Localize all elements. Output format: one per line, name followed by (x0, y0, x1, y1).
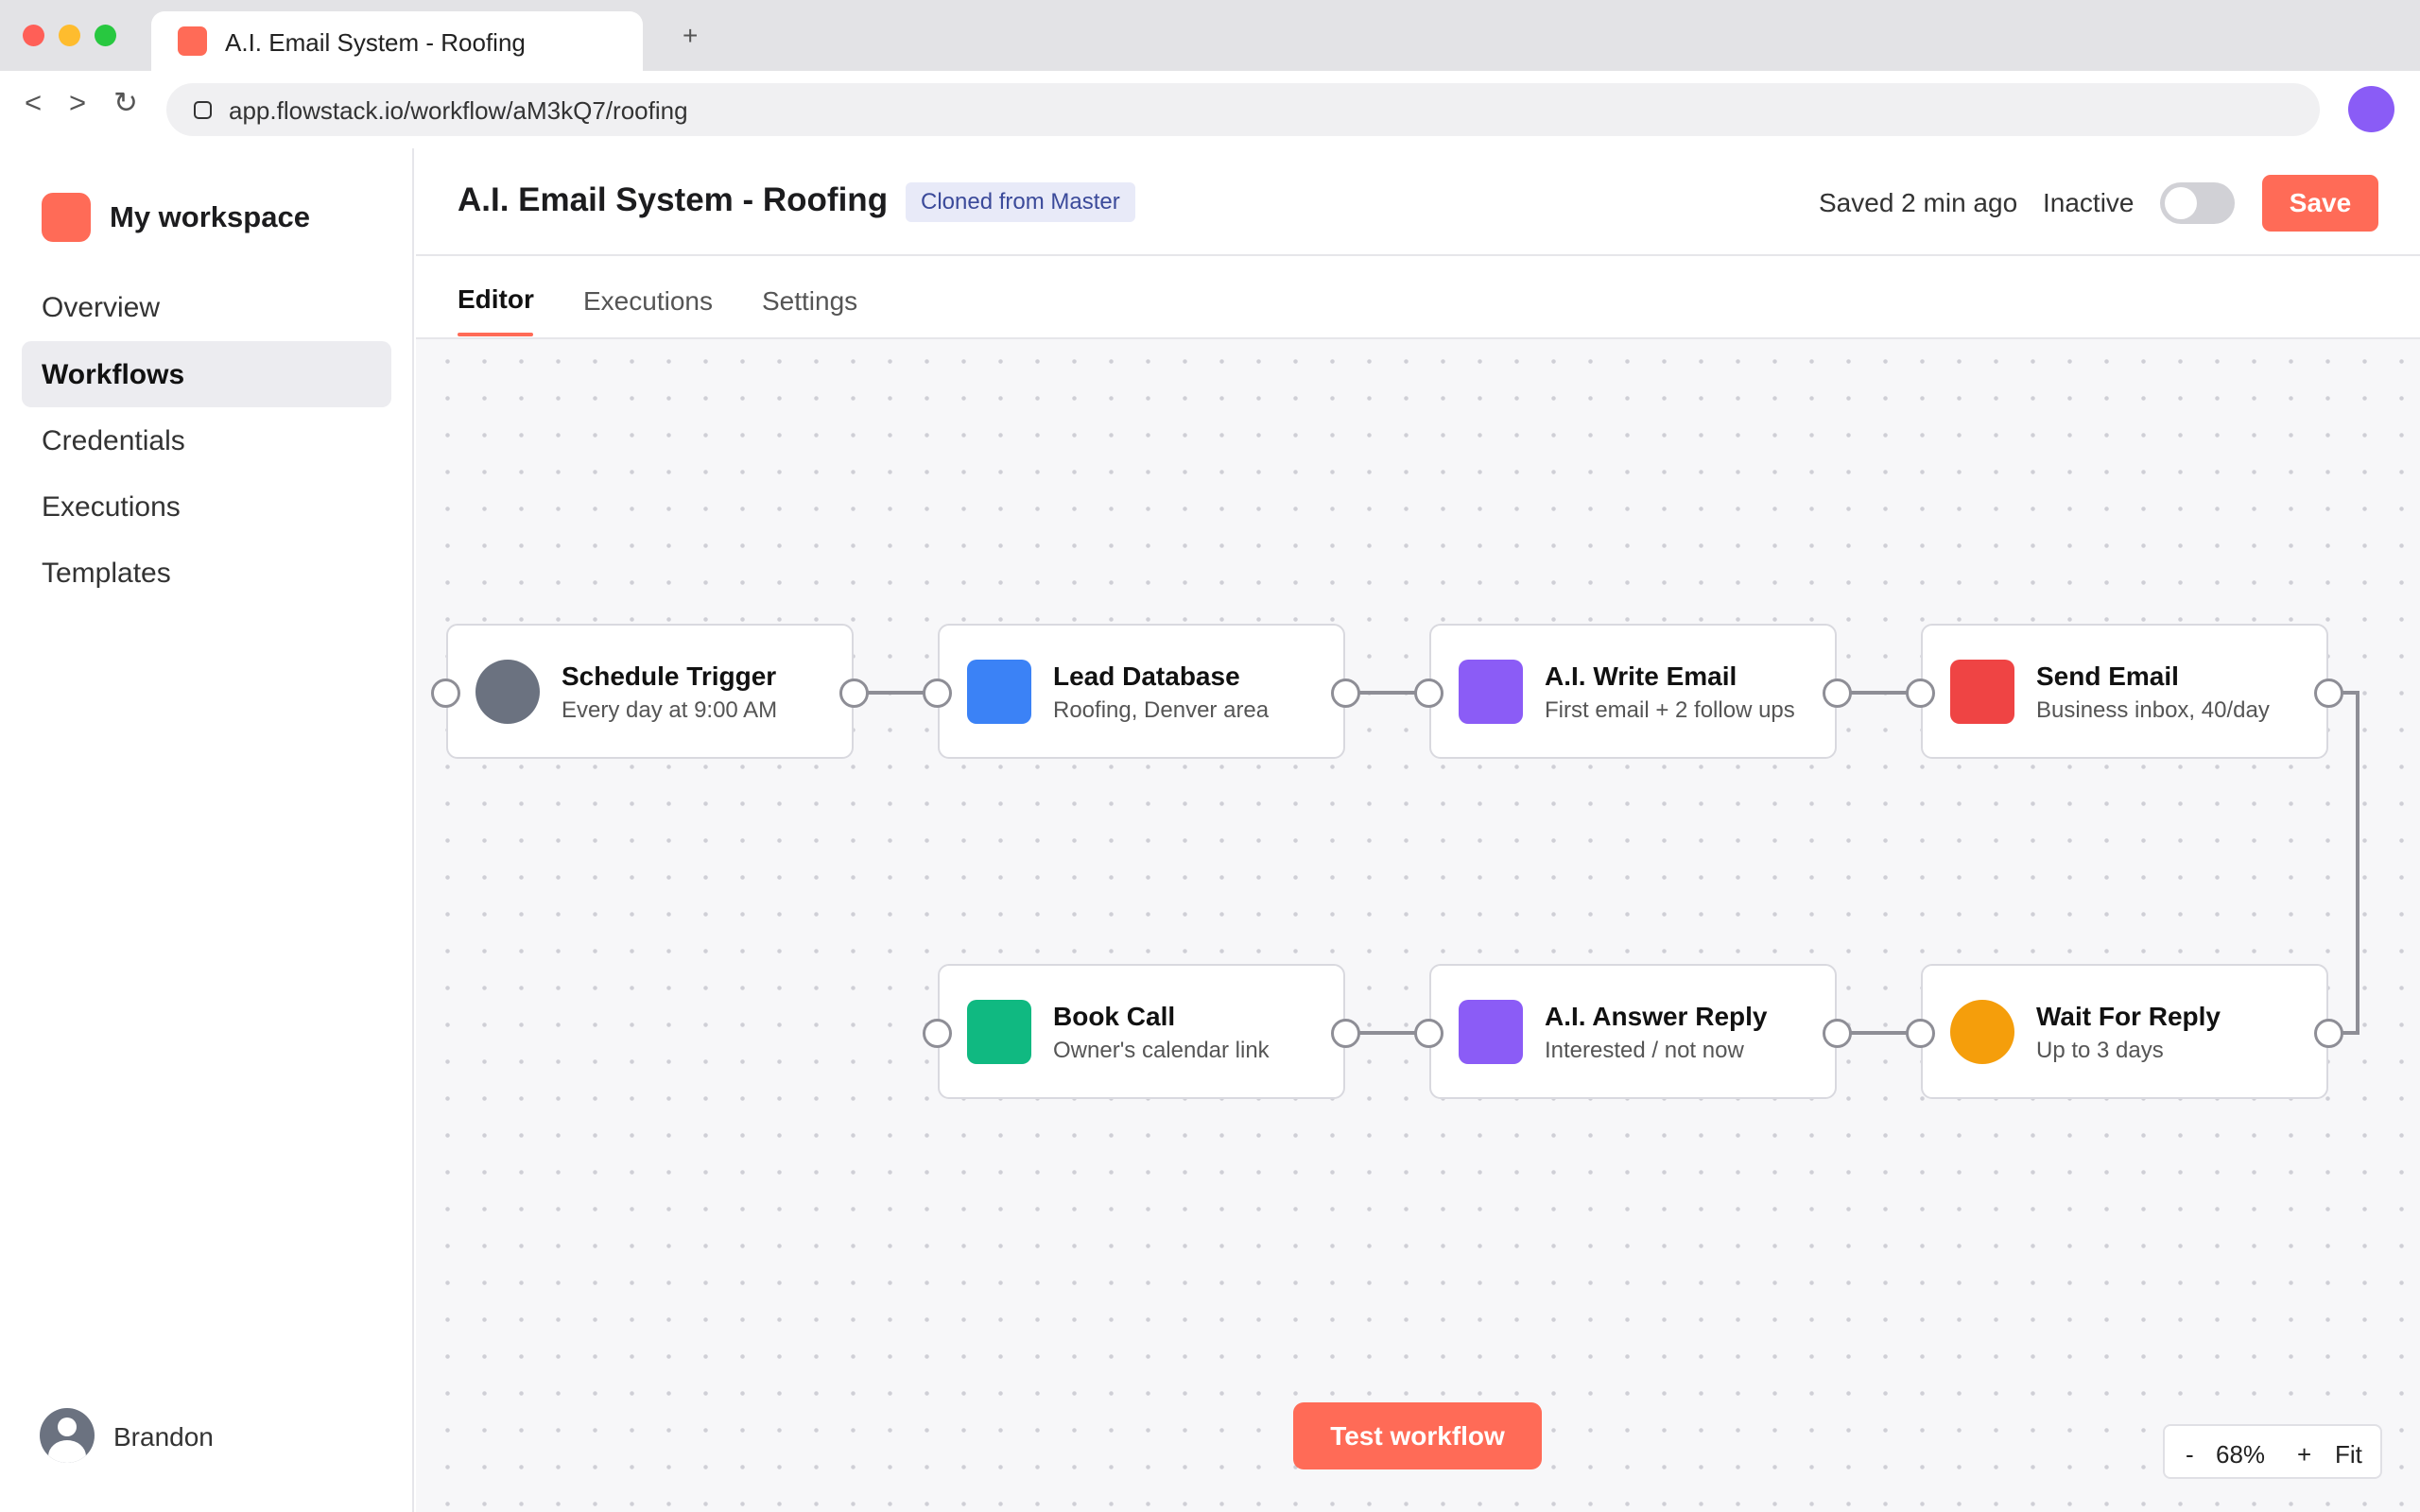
active-toggle[interactable] (2160, 182, 2235, 224)
output-port[interactable] (839, 679, 869, 708)
zoom-level: 68% (2216, 1440, 2266, 1469)
input-port[interactable] (1414, 679, 1443, 708)
zoom-out-button[interactable]: - (2186, 1440, 2194, 1469)
sidebar-item-label: Credentials (42, 425, 185, 456)
node-subtitle: Up to 3 days (2036, 1038, 2164, 1063)
input-port[interactable] (1414, 1019, 1443, 1048)
ai-icon (1459, 660, 1523, 724)
node-book-call[interactable]: Book Call Owner's calendar link (923, 964, 1360, 1099)
input-port[interactable] (1906, 1019, 1935, 1048)
profile-avatar[interactable] (2348, 86, 2394, 132)
browser-tab-bar: A.I. Email System - Roofing + (0, 0, 2420, 71)
node-title: Schedule Trigger (562, 662, 777, 691)
url-field[interactable]: app.flowstack.io/workflow/aM3kQ7/roofing (166, 83, 2320, 136)
save-button[interactable]: Save (2262, 175, 2378, 232)
address-bar: < > ↻ app.flowstack.io/workflow/aM3kQ7/r… (0, 71, 2420, 148)
sidebar-item-label: Executions (42, 491, 181, 523)
ai-icon (1459, 1000, 1523, 1064)
node-title: A.I. Write Email (1545, 662, 1737, 691)
output-port[interactable] (2314, 1019, 2343, 1048)
node-title: Wait For Reply (2036, 1002, 2221, 1031)
url-text: app.flowstack.io/workflow/aM3kQ7/roofing (229, 96, 688, 125)
node-subtitle: First email + 2 follow ups (1545, 697, 1795, 723)
sidebar-item-overview[interactable]: Overview (22, 274, 391, 340)
calendar-icon (967, 1000, 1031, 1064)
active-tab-indicator (458, 333, 533, 336)
workflow-header: A.I. Email System - Roofing Cloned from … (416, 148, 2420, 256)
test-workflow-button[interactable]: Test workflow (1293, 1402, 1542, 1469)
node-subtitle: Business inbox, 40/day (2036, 697, 2270, 723)
node-subtitle: Roofing, Denver area (1053, 697, 1270, 723)
browser-tab-title: A.I. Email System - Roofing (225, 28, 526, 57)
input-port[interactable] (923, 1019, 952, 1048)
output-port[interactable] (1331, 679, 1360, 708)
zoom-controls: - 68% + Fit (2163, 1424, 2382, 1479)
maximize-window-button[interactable] (95, 25, 116, 46)
sidebar-item-label: Templates (42, 558, 171, 589)
node-lead-database[interactable]: Lead Database Roofing, Denver area (923, 624, 1360, 759)
sidebar-item-label: Workflows (42, 359, 185, 390)
sidebar-item-templates[interactable]: Templates (22, 540, 391, 606)
page-title[interactable]: A.I. Email System - Roofing (458, 181, 888, 219)
node-subtitle: Owner's calendar link (1053, 1038, 1270, 1063)
node-wait-for-reply[interactable]: Wait For Reply Up to 3 days (1906, 964, 2343, 1099)
zoom-fit-button[interactable]: Fit (2335, 1440, 2362, 1469)
zoom-in-button[interactable]: + (2297, 1440, 2311, 1469)
new-tab-button[interactable]: + (683, 23, 698, 49)
workspace-logo (42, 193, 91, 242)
workspace-name[interactable]: My workspace (110, 200, 310, 234)
output-port[interactable] (2314, 679, 2343, 708)
node-subtitle: Every day at 9:00 AM (562, 697, 778, 723)
node-title: Send Email (2036, 662, 2179, 691)
active-status-label: Inactive (2043, 188, 2135, 217)
toggle-knob (2165, 187, 2197, 219)
sidebar-item-executions[interactable]: Executions (22, 473, 391, 540)
sidebar-item-label: Overview (42, 292, 161, 323)
node-subtitle: Interested / not now (1545, 1038, 1744, 1063)
database-icon (967, 660, 1031, 724)
node-ai-write-email[interactable]: A.I. Write Email First email + 2 follow … (1414, 624, 1852, 759)
favicon-icon (178, 26, 207, 56)
close-window-button[interactable] (23, 25, 44, 46)
clock-icon (475, 660, 540, 724)
editor-tabs: Editor Executions Settings (416, 256, 2420, 339)
node-title: A.I. Answer Reply (1545, 1002, 1768, 1031)
minimize-window-button[interactable] (59, 25, 80, 46)
node-title: Book Call (1053, 1002, 1176, 1031)
tab-editor[interactable]: Editor (458, 284, 534, 315)
input-port[interactable] (1906, 679, 1935, 708)
saved-status: Saved 2 min ago (1819, 188, 2018, 217)
browser-tab[interactable]: A.I. Email System - Roofing (151, 11, 643, 71)
input-port[interactable] (431, 679, 460, 708)
forward-button[interactable]: > (69, 88, 86, 117)
output-port[interactable] (1823, 1019, 1852, 1048)
timer-icon (1950, 1000, 2014, 1064)
sidebar-item-credentials[interactable]: Credentials (22, 407, 391, 473)
tab-settings[interactable]: Settings (762, 286, 857, 317)
user-name[interactable]: Brandon (113, 1422, 214, 1452)
tab-executions[interactable]: Executions (583, 286, 713, 317)
reload-button[interactable]: ↻ (113, 88, 138, 117)
cloned-badge: Cloned from Master (906, 182, 1135, 222)
user-avatar-icon[interactable] (40, 1408, 95, 1463)
node-schedule-trigger[interactable]: Schedule Trigger Every day at 9:00 AM (431, 624, 869, 759)
site-info-icon[interactable] (194, 101, 212, 119)
input-port[interactable] (923, 679, 952, 708)
output-port[interactable] (1331, 1019, 1360, 1048)
node-ai-answer-reply[interactable]: A.I. Answer Reply Interested / not now (1414, 964, 1852, 1099)
node-title: Lead Database (1053, 662, 1240, 691)
output-port[interactable] (1823, 679, 1852, 708)
mail-icon (1950, 660, 2014, 724)
sidebar: My workspace Overview Workflows Credenti… (0, 148, 414, 1512)
node-send-email[interactable]: Send Email Business inbox, 40/day (1906, 624, 2343, 759)
back-button[interactable]: < (25, 88, 42, 117)
sidebar-item-workflows[interactable]: Workflows (22, 341, 391, 407)
workflow-canvas[interactable] (416, 339, 2420, 1512)
